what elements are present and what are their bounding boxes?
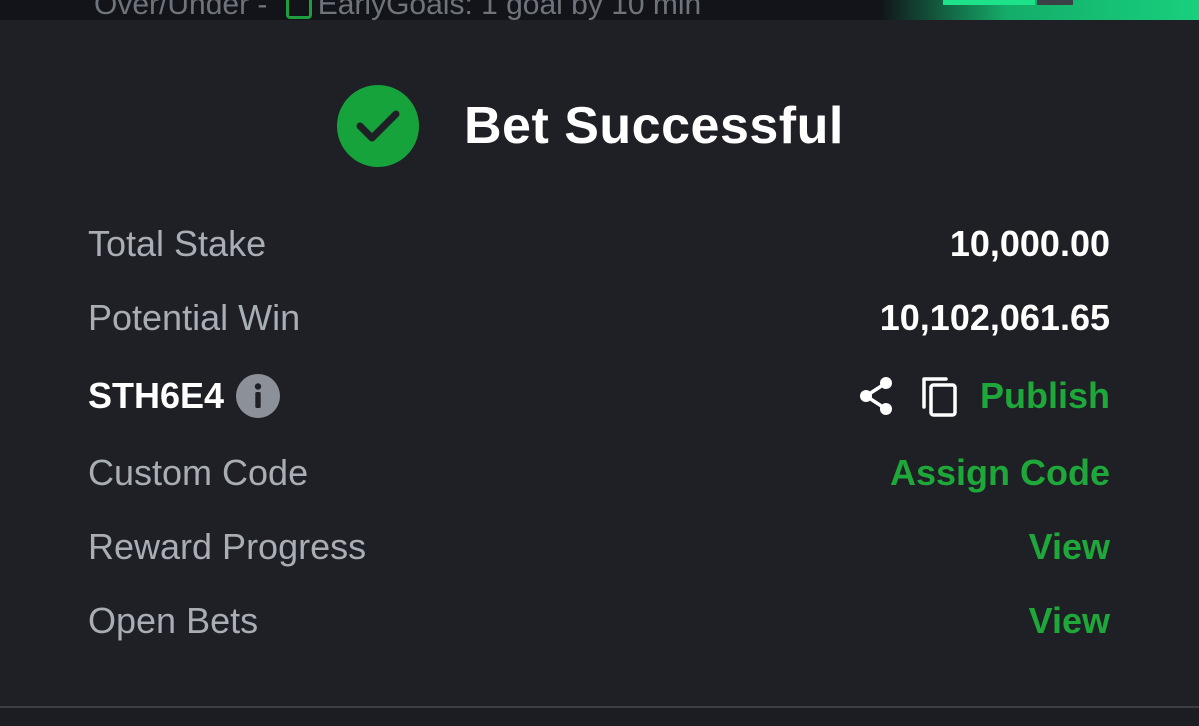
reward-progress-label: Reward Progress — [88, 526, 367, 567]
open-bets-label: Open Bets — [88, 600, 259, 641]
publish-link[interactable]: Publish — [980, 375, 1110, 417]
open-bets-view-link[interactable]: View — [1029, 600, 1110, 642]
check-circle-icon — [337, 85, 419, 167]
bet-success-header: Bet Successful — [337, 85, 844, 167]
footer-strip — [0, 708, 1199, 726]
potential-win-value: 10,102,061.65 — [879, 297, 1110, 338]
background-header-strip: Over/Under - EarlyGoals: 1 goal by 10 mi… — [0, 0, 1199, 20]
copy-icon[interactable] — [920, 373, 960, 419]
total-stake-label: Total Stake — [88, 223, 267, 264]
potential-win-label: Potential Win — [88, 297, 301, 338]
booking-code-row: STH6E4 Publish — [88, 371, 1110, 421]
open-bets-row: Open Bets View — [88, 596, 1110, 646]
booking-code-actions: Publish — [856, 373, 1110, 419]
potential-win-row: Potential Win 10,102,061.65 — [88, 293, 1110, 343]
background-indicator-bar-secondary — [1037, 0, 1073, 5]
booking-code: STH6E4 — [88, 374, 281, 418]
custom-code-row: Custom Code Assign Code — [88, 448, 1110, 498]
background-indicator-bar — [943, 0, 1035, 5]
total-stake-row: Total Stake 10,000.00 — [88, 219, 1110, 269]
share-icon[interactable] — [856, 374, 896, 418]
booking-code-value: STH6E4 — [88, 375, 225, 416]
background-market-text: Over/Under - EarlyGoals: 1 goal by 10 mi… — [94, 0, 701, 20]
info-icon[interactable] — [236, 374, 281, 418]
custom-code-label: Custom Code — [88, 452, 309, 493]
assign-code-link[interactable]: Assign Code — [890, 452, 1110, 494]
total-stake-value: 10,000.00 — [949, 223, 1110, 264]
reward-progress-row: Reward Progress View — [88, 522, 1110, 572]
background-checkbox-icon — [285, 0, 312, 20]
reward-progress-view-link[interactable]: View — [1029, 526, 1110, 568]
page-title: Bet Successful — [464, 97, 844, 155]
